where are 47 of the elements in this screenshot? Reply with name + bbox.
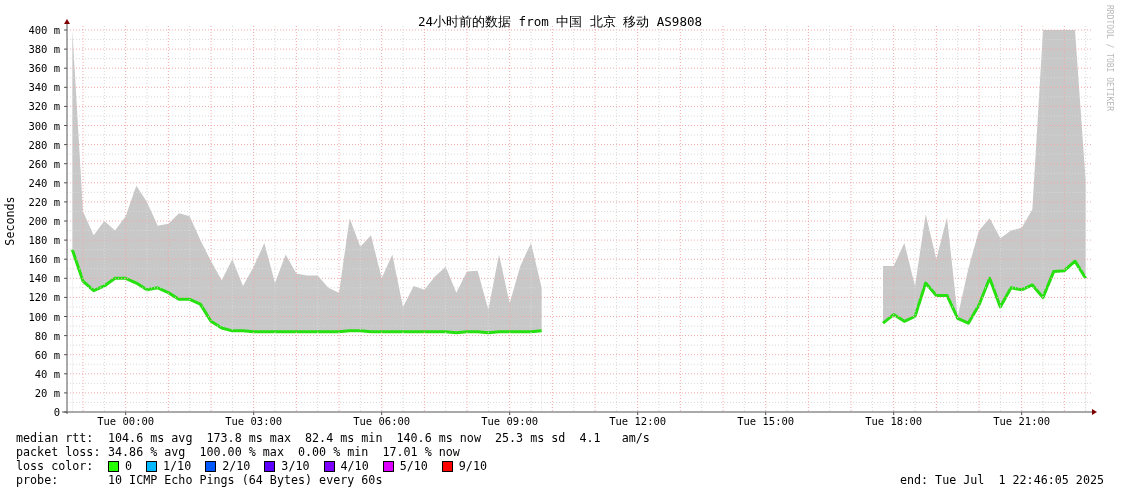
tick-label: 340 m (28, 81, 60, 94)
stat-values: 104.6 ms avg 173.8 ms max 82.4 ms min 140.6 ms now 25.3 ms sd 4.1 am/s (108, 431, 650, 445)
tick-label: 280 m (28, 138, 60, 151)
tick-label: 240 m (28, 176, 60, 189)
tick-label: Tue 18:00 (865, 415, 923, 427)
rrdtool-credit: RRDTOOL / TOBI OETIKER (1105, 5, 1114, 111)
tick-label: 100 m (28, 310, 60, 323)
tick-label: Tue 15:00 (737, 415, 795, 427)
loss-color-label: 4/10 (340, 459, 369, 473)
loss-color-label: 2/10 (222, 459, 251, 473)
tick-label: Tue 09:00 (481, 415, 539, 427)
tick-label: 260 m (28, 157, 60, 170)
tick-label: 120 m (28, 291, 60, 304)
tick-label: 80 m (34, 329, 60, 342)
probe-description: 10 ICMP Echo Pings (64 Bytes) every 60s (108, 473, 383, 487)
tick-label: 320 m (28, 100, 60, 113)
stat-label: packet loss: (16, 445, 102, 459)
loss-color-label: 1/10 (163, 459, 192, 473)
end-time: end: Tue Jul 1 22:46:05 2025 (899, 473, 1104, 487)
stat-label: loss color: (16, 459, 95, 473)
loss-color-label: 3/10 (281, 459, 310, 473)
chart-title: 24小时前的数据 from 中国 北京 移动 AS9808 (418, 14, 702, 29)
tick-label: 400 m (28, 24, 60, 36)
tick-label: 0 (53, 406, 60, 418)
loss-color-label: 0 (125, 459, 133, 473)
stat-label: probe: (16, 473, 60, 487)
tick-label: 160 m (28, 253, 60, 266)
tick-label: 220 m (28, 195, 60, 208)
tick-label: 180 m (28, 234, 60, 247)
tick-label: 200 m (28, 215, 60, 227)
axis-title: Seconds (3, 196, 17, 246)
tick-label: 140 m (28, 272, 60, 285)
loss-color-label: 5/10 (399, 459, 428, 473)
tick-label: Tue 00:00 (97, 415, 155, 427)
tick-label: 20 m (34, 386, 60, 399)
tick-label: 380 m (28, 43, 60, 56)
stat-values: 34.86 % avg 100.00 % max 0.00 % min 17.01 % now (108, 445, 460, 459)
loss-color-label: 9/10 (458, 459, 487, 473)
tick-label: Tue 03:00 (225, 415, 283, 427)
tick-label: 360 m (28, 62, 60, 75)
stat-label: median rtt: (16, 431, 95, 445)
tick-label: 40 m (34, 367, 60, 380)
tick-label: Tue 06:00 (353, 415, 411, 427)
tick-label: 300 m (28, 119, 60, 132)
tick-label: Tue 12:00 (609, 415, 667, 427)
tick-label: 60 m (34, 348, 60, 361)
tick-label: Tue 21:00 (993, 415, 1051, 427)
